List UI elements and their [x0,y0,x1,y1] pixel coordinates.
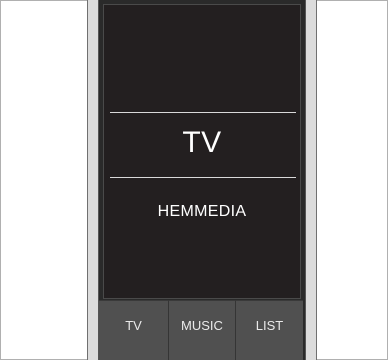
source-title: TV [182,126,222,159]
divider-top [110,112,296,113]
tab-music[interactable]: MUSIC [168,300,235,360]
source-subtitle: HEMMEDIA [157,203,247,220]
tab-bar: TV MUSIC LIST [99,300,303,360]
tab-tv[interactable]: TV [99,300,168,360]
display-screen: TV HEMMEDIA [103,4,301,299]
divider-middle [110,177,296,178]
tab-list[interactable]: LIST [235,300,303,360]
